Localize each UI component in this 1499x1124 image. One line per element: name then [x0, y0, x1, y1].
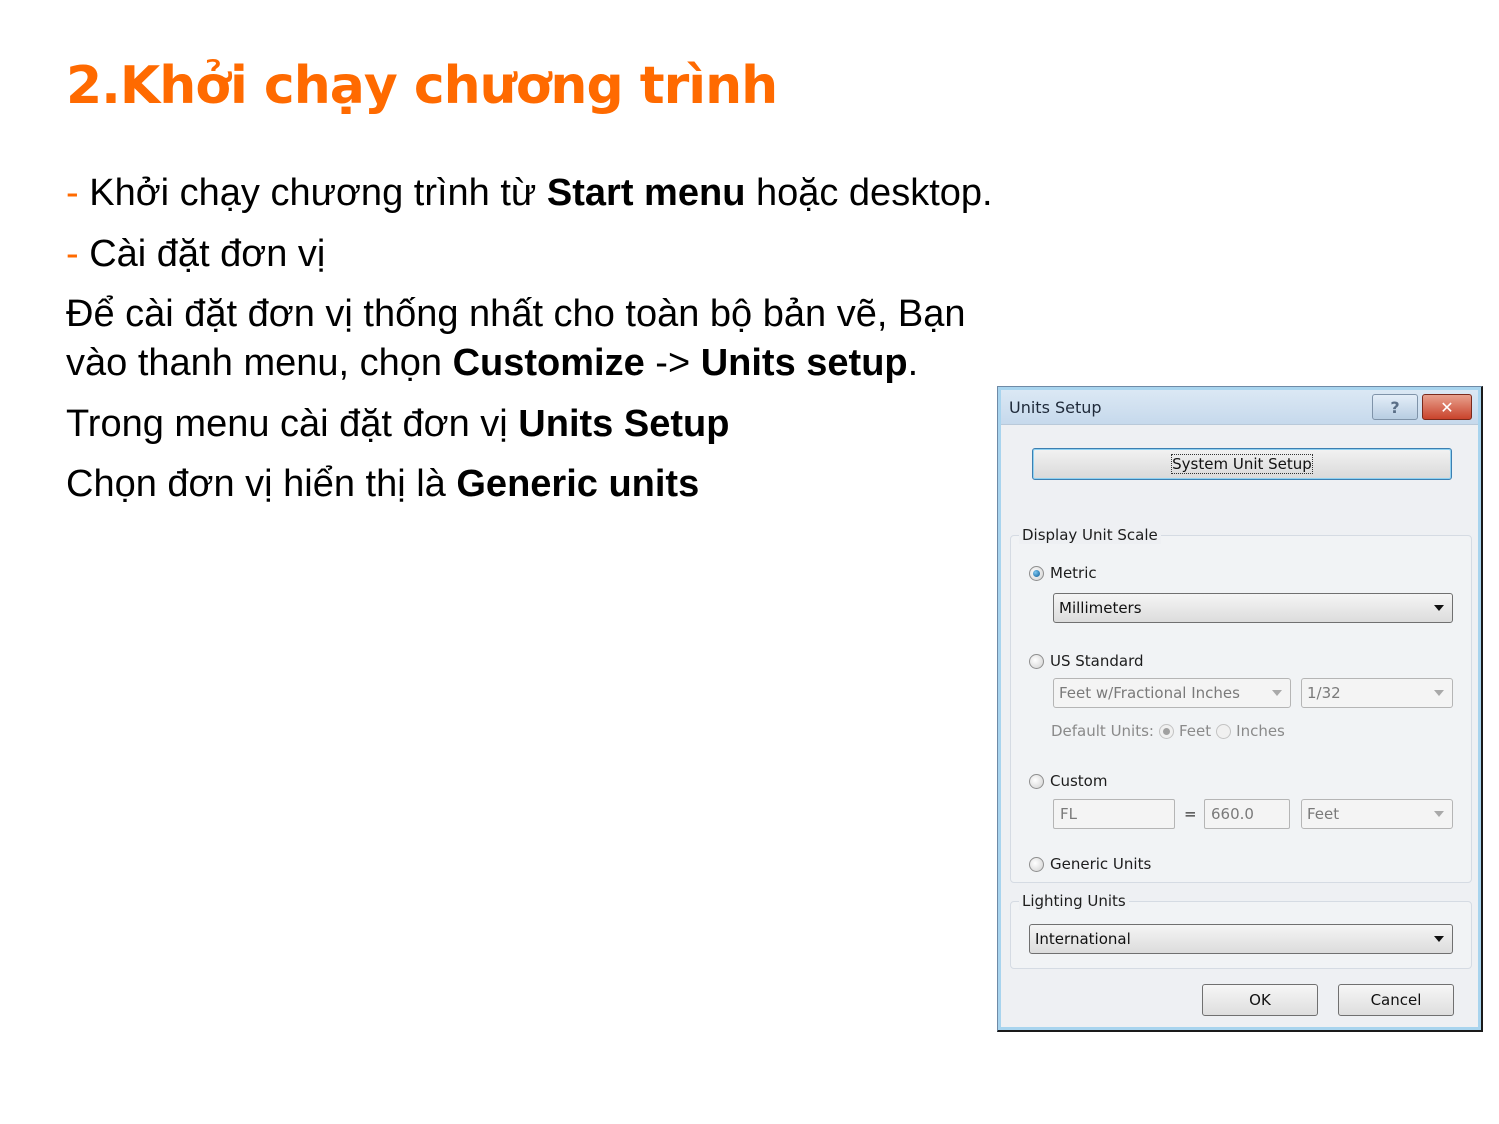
system-unit-setup-label: System Unit Setup	[1171, 454, 1313, 474]
paragraph-line-2: vào thanh menu, chọn Customize -> Units …	[66, 342, 918, 386]
feet-label: Feet	[1178, 722, 1212, 740]
chevron-down-icon	[1434, 605, 1444, 611]
metric-label: Metric	[1050, 564, 1097, 582]
inches-label: Inches	[1236, 722, 1285, 740]
equals-sign: =	[1184, 805, 1197, 823]
bullet-dash: -	[66, 233, 79, 275]
paragraph-text: vào thanh menu, chọn	[66, 342, 453, 384]
ok-label: OK	[1249, 991, 1271, 1009]
bullet-text: Khởi chạy chương trình từ	[89, 172, 547, 214]
us-unit-value: Feet w/Fractional Inches	[1059, 684, 1240, 702]
lighting-units-label: Lighting Units	[1019, 892, 1129, 910]
arrow-text: ->	[644, 342, 701, 384]
close-icon: ✕	[1440, 397, 1454, 417]
bullet-text-end: hoặc desktop.	[745, 172, 993, 214]
paragraph-line-1: Để cài đặt đơn vị thống nhất cho toàn bộ…	[66, 293, 966, 337]
custom-unit-value: Feet	[1307, 805, 1340, 823]
us-standard-radio[interactable]	[1029, 653, 1044, 669]
help-icon: ?	[1390, 397, 1400, 417]
dialog-title: Units Setup	[1009, 398, 1102, 417]
us-fraction-value: 1/32	[1307, 684, 1341, 702]
lighting-units-value: International	[1035, 930, 1131, 948]
slide-title: 2.Khởi chạy chương trình	[66, 56, 778, 116]
us-standard-label: US Standard	[1050, 652, 1144, 670]
metric-radio-row[interactable]: Metric	[1029, 564, 1097, 582]
ok-button[interactable]: OK	[1202, 984, 1318, 1016]
cancel-button[interactable]: Cancel	[1338, 984, 1454, 1016]
custom-radio-row[interactable]: Custom	[1029, 772, 1107, 790]
bullet-units: - Cài đặt đơn vị	[66, 233, 325, 277]
generic-units-radio-row[interactable]: Generic Units	[1029, 855, 1151, 873]
menu-units-setup: Units setup	[700, 342, 908, 384]
paragraph-line-4: Chọn đơn vị hiển thị là Generic units	[66, 463, 699, 507]
us-unit-select[interactable]: Feet w/Fractional Inches	[1053, 678, 1291, 708]
system-unit-setup-button[interactable]: System Unit Setup	[1032, 448, 1452, 480]
display-unit-scale-group: Display Unit Scale Metric Millimeters US…	[1010, 526, 1472, 883]
menu-customize: Customize	[452, 342, 645, 384]
bullet-launch: - Khởi chạy chương trình từ Start menu h…	[66, 172, 993, 216]
cancel-label: Cancel	[1370, 991, 1422, 1009]
chevron-down-icon	[1434, 936, 1444, 942]
dialog-titlebar[interactable]: Units Setup ? ✕	[1001, 390, 1478, 425]
paragraph-line-3: Trong menu cài đặt đơn vị Units Setup	[66, 403, 729, 447]
units-setup-bold: Units Setup	[518, 403, 730, 445]
lighting-units-group: Lighting Units International	[1010, 892, 1472, 969]
metric-unit-value: Millimeters	[1059, 599, 1142, 617]
generic-units-radio[interactable]	[1029, 856, 1044, 872]
custom-name-input[interactable]: FL	[1053, 799, 1175, 829]
generic-units-bold: Generic units	[456, 463, 700, 505]
default-units-label: Default Units:	[1051, 722, 1154, 740]
us-standard-radio-row[interactable]: US Standard	[1029, 652, 1144, 670]
chevron-down-icon	[1434, 811, 1444, 817]
help-button[interactable]: ?	[1372, 394, 1418, 420]
chevron-down-icon	[1434, 690, 1444, 696]
paragraph-text: Chọn đơn vị hiển thị là	[66, 463, 457, 505]
chevron-down-icon	[1272, 690, 1282, 696]
custom-amount-value: 660.0	[1211, 805, 1254, 823]
display-unit-scale-label: Display Unit Scale	[1019, 526, 1161, 544]
custom-amount-input[interactable]: 660.0	[1204, 799, 1290, 829]
bullet-bold: Start menu	[546, 172, 746, 214]
bullet-dash: -	[66, 172, 79, 214]
paragraph-text: Để cài đặt đơn vị thống nhất cho toàn bộ…	[66, 293, 966, 335]
paragraph-text: Trong menu cài đặt đơn vị	[66, 403, 519, 445]
feet-radio[interactable]	[1158, 723, 1174, 739]
units-setup-dialog: Units Setup ? ✕ System Unit Setup Displa…	[997, 386, 1483, 1032]
custom-unit-select[interactable]: Feet	[1301, 799, 1453, 829]
generic-units-label: Generic Units	[1050, 855, 1152, 873]
default-units-row: Default Units: Feet Inches	[1051, 722, 1285, 740]
bullet-text: Cài đặt đơn vị	[89, 233, 326, 275]
custom-radio[interactable]	[1029, 773, 1044, 789]
custom-name-value: FL	[1060, 805, 1077, 823]
us-fraction-select[interactable]: 1/32	[1301, 678, 1453, 708]
custom-label: Custom	[1050, 772, 1108, 790]
period: .	[907, 342, 919, 384]
metric-unit-select[interactable]: Millimeters	[1053, 593, 1453, 623]
metric-radio[interactable]	[1029, 565, 1044, 581]
close-button[interactable]: ✕	[1422, 394, 1472, 420]
lighting-units-select[interactable]: International	[1029, 924, 1453, 954]
inches-radio[interactable]	[1216, 723, 1232, 739]
